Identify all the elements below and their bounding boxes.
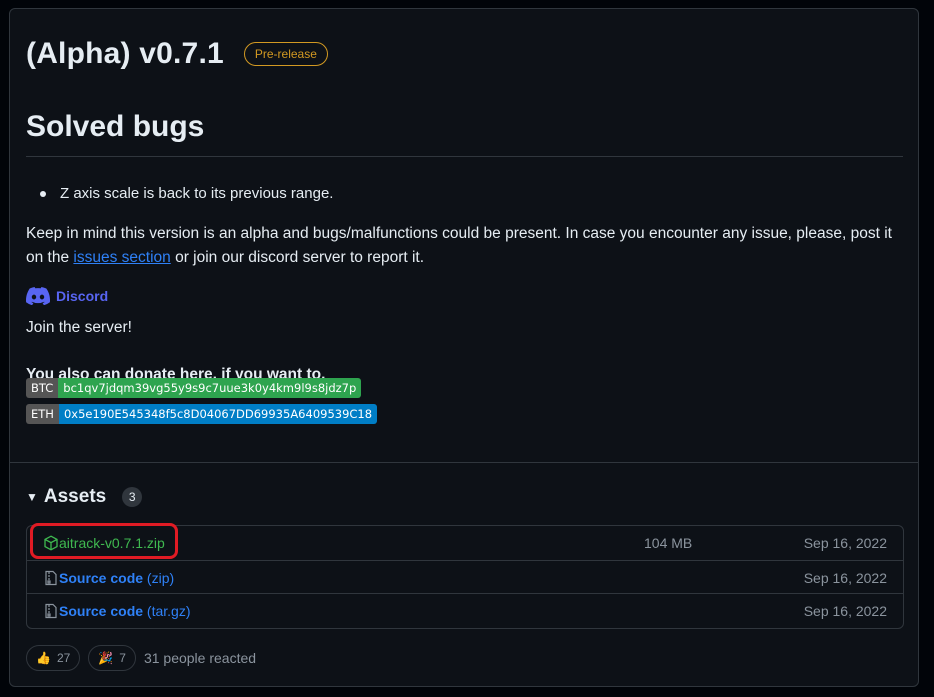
asset-zip-link[interactable]: aitrack-v0.7.1.zip bbox=[59, 535, 165, 551]
reaction-count: 7 bbox=[119, 651, 126, 665]
source-targz-link[interactable]: Source code (tar.gz) bbox=[59, 603, 191, 619]
bullet-dot bbox=[40, 190, 46, 197]
release-header: (Alpha) v0.7.1 Pre-release bbox=[26, 37, 328, 71]
package-icon bbox=[44, 535, 58, 551]
asset-row: Source code (zip) Sep 16, 2022 bbox=[27, 560, 903, 594]
list-item-text: Z axis scale is back to its previous ran… bbox=[60, 185, 334, 202]
source-targz-label: Source code bbox=[59, 602, 144, 619]
assets-list: aitrack-v0.7.1.zip 104 MB Sep 16, 2022 S… bbox=[26, 525, 904, 629]
assets-toggle[interactable]: ▼ Assets 3 bbox=[26, 486, 143, 508]
reaction-count: 27 bbox=[56, 651, 71, 665]
triangle-down-icon: ▼ bbox=[26, 490, 38, 504]
reactions-bar: 👍 27 🎉 7 31 people reacted bbox=[26, 645, 256, 671]
prerelease-badge: Pre-release bbox=[243, 42, 328, 66]
asset-row: aitrack-v0.7.1.zip 104 MB Sep 16, 2022 bbox=[27, 526, 903, 560]
reaction-tada[interactable]: 🎉 7 bbox=[88, 645, 136, 671]
source-zip-link[interactable]: Source code (zip) bbox=[59, 570, 174, 586]
party-popper-icon: 🎉 bbox=[98, 651, 114, 665]
assets-count: 3 bbox=[122, 487, 143, 507]
list-item: Z axis scale is back to its previous ran… bbox=[40, 185, 333, 202]
reactions-summary: 31 people reacted bbox=[143, 650, 257, 666]
section-heading: Solved bugs bbox=[26, 110, 903, 157]
source-zip-format: (zip) bbox=[146, 569, 175, 586]
source-zip-label: Source code bbox=[59, 569, 144, 586]
discord-icon bbox=[26, 287, 50, 305]
join-text: Join the server! bbox=[26, 319, 132, 336]
asset-row: Source code (tar.gz) Sep 16, 2022 bbox=[27, 593, 903, 627]
release-card: (Alpha) v0.7.1 Pre-release Solved bugs Z… bbox=[9, 8, 919, 687]
thumbs-up-icon: 👍 bbox=[36, 651, 51, 665]
reaction-thumbs-up[interactable]: 👍 27 bbox=[26, 645, 81, 671]
eth-badge-key: ETH bbox=[26, 404, 59, 424]
file-zip-icon bbox=[45, 603, 57, 619]
bug-list: Z axis scale is back to its previous ran… bbox=[40, 185, 333, 202]
asset-date: Sep 16, 2022 bbox=[803, 569, 887, 586]
asset-date: Sep 16, 2022 bbox=[803, 602, 887, 619]
eth-badge-value: 0x5e190E545348f5c8D04067DD69935A6409539C… bbox=[58, 404, 378, 424]
asset-date: Sep 16, 2022 bbox=[803, 535, 887, 551]
btc-badge[interactable]: BTC bc1qv7jdqm39vg55y9s9c7uue3k0y4km9l9s… bbox=[26, 378, 362, 398]
source-targz-format: (tar.gz) bbox=[146, 602, 191, 619]
asset-size: 104 MB bbox=[644, 535, 693, 551]
btc-badge-value: bc1qv7jdqm39vg55y9s9c7uue3k0y4km9l9s8jdz… bbox=[58, 378, 362, 398]
paragraph-text-end: or join our discord server to report it. bbox=[170, 249, 425, 266]
file-zip-icon bbox=[45, 570, 57, 586]
info-paragraph: Keep in mind this version is an alpha an… bbox=[26, 222, 906, 270]
assets-title: Assets bbox=[43, 486, 107, 507]
eth-badge[interactable]: ETH 0x5e190E545348f5c8D04067DD69935A6409… bbox=[26, 404, 378, 424]
discord-link[interactable]: Discord bbox=[26, 287, 108, 305]
release-title[interactable]: (Alpha) v0.7.1 bbox=[26, 37, 224, 71]
discord-label: Discord bbox=[56, 288, 109, 304]
issues-link[interactable]: issues section bbox=[73, 249, 170, 266]
btc-badge-key: BTC bbox=[26, 378, 59, 398]
divider bbox=[10, 462, 918, 463]
